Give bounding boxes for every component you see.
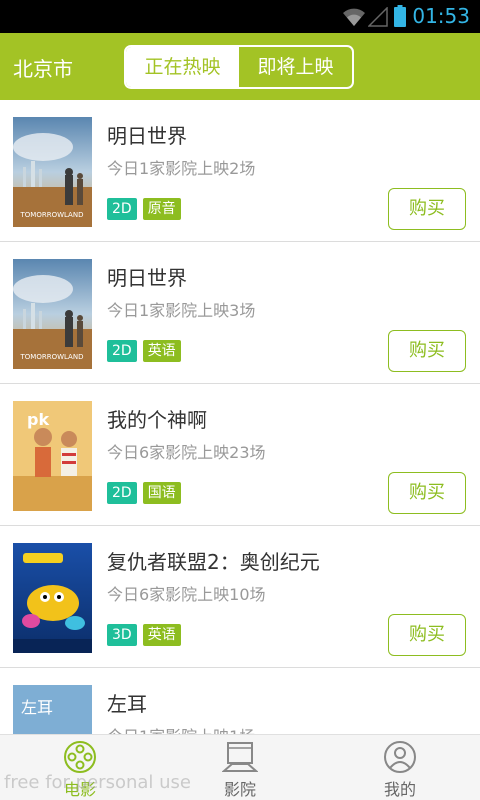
format-badge: 2D (107, 482, 137, 504)
buy-button[interactable]: 购买 (388, 614, 466, 656)
nav-label: 电影 (63, 780, 96, 799)
movie-title: 复仇者联盟2：奥创纪元 (107, 550, 320, 574)
movie-list-item[interactable]: TOMORROWLAND 明日世界 今日1家影院上映2场 2D 原音 购买 (0, 100, 480, 242)
poster-title: TOMORROWLAND (20, 211, 84, 219)
movie-title: 明日世界 (107, 266, 187, 290)
tab-now-showing[interactable]: 正在热映 (126, 47, 239, 87)
user-profile-icon (384, 741, 416, 773)
movie-poster: pk (13, 401, 92, 511)
status-time: 01:53 (412, 4, 470, 28)
status-bar: 01:53 (0, 0, 480, 33)
poster-title: TOMORROWLAND (20, 353, 84, 361)
movie-title: 左耳 (107, 692, 147, 716)
nav-item-cinemas[interactable]: 影院 (160, 735, 320, 800)
buy-button[interactable]: 购买 (388, 330, 466, 372)
buy-button[interactable]: 购买 (388, 472, 466, 514)
nav-item-movies[interactable]: 电影 (0, 735, 160, 800)
city-selector[interactable]: 北京市 (13, 53, 73, 82)
movie-poster: TOMORROWLAND (13, 117, 92, 227)
film-reel-icon (64, 741, 96, 773)
showtime-summary: 今日1家影院上映3场 (107, 301, 256, 320)
app-header: 北京市 正在热映 即将上映 (0, 33, 480, 100)
battery-icon (394, 5, 406, 27)
movie-tab-switcher: 正在热映 即将上映 (124, 45, 354, 89)
language-badge: 英语 (142, 340, 181, 362)
movie-list-item[interactable]: 复仇者联盟2：奥创纪元 今日6家影院上映10场 3D 英语 购买 (0, 526, 480, 668)
signal-icon (368, 7, 388, 27)
language-badge: 国语 (142, 482, 181, 504)
tab-coming-soon[interactable]: 即将上映 (239, 47, 352, 87)
movie-title: 明日世界 (107, 124, 187, 148)
poster-title: pk (27, 410, 49, 429)
language-badge: 英语 (142, 624, 181, 646)
buy-button[interactable]: 购买 (388, 188, 466, 230)
movie-list-item[interactable]: pk 我的个神啊 今日6家影院上映23场 2D 国语 购买 (0, 384, 480, 526)
format-badge: 3D (107, 624, 137, 646)
showtime-summary: 今日6家影院上映10场 (107, 585, 266, 604)
movie-title: 我的个神啊 (107, 408, 207, 432)
wifi-icon (343, 8, 365, 26)
showtime-summary: 今日1家影院上映2场 (107, 159, 256, 178)
cinema-screen-icon (222, 742, 258, 772)
showtime-summary: 今日1家影院上映1场 (107, 723, 255, 734)
movie-poster: TOMORROWLAND (13, 259, 92, 369)
format-badge: 2D (107, 340, 137, 362)
showtime-summary: 今日6家影院上映23场 (107, 443, 266, 462)
nav-label: 我的 (383, 780, 416, 799)
movie-list-item[interactable]: 左耳 左耳 今日1家影院上映1场 (0, 668, 480, 734)
movie-poster (13, 543, 92, 653)
bottom-navigation: 电影 影院 我的 (0, 734, 480, 800)
movie-poster: 左耳 (13, 685, 92, 734)
format-badge: 2D (107, 198, 137, 220)
movie-list-item[interactable]: TOMORROWLAND 明日世界 今日1家影院上映3场 2D 英语 购买 (0, 242, 480, 384)
language-badge: 原音 (142, 198, 181, 220)
movie-list[interactable]: TOMORROWLAND 明日世界 今日1家影院上映2场 2D 原音 购买 TO… (0, 100, 480, 734)
poster-title: 左耳 (21, 698, 53, 717)
nav-item-profile[interactable]: 我的 (320, 735, 480, 800)
nav-label: 影院 (223, 780, 256, 799)
